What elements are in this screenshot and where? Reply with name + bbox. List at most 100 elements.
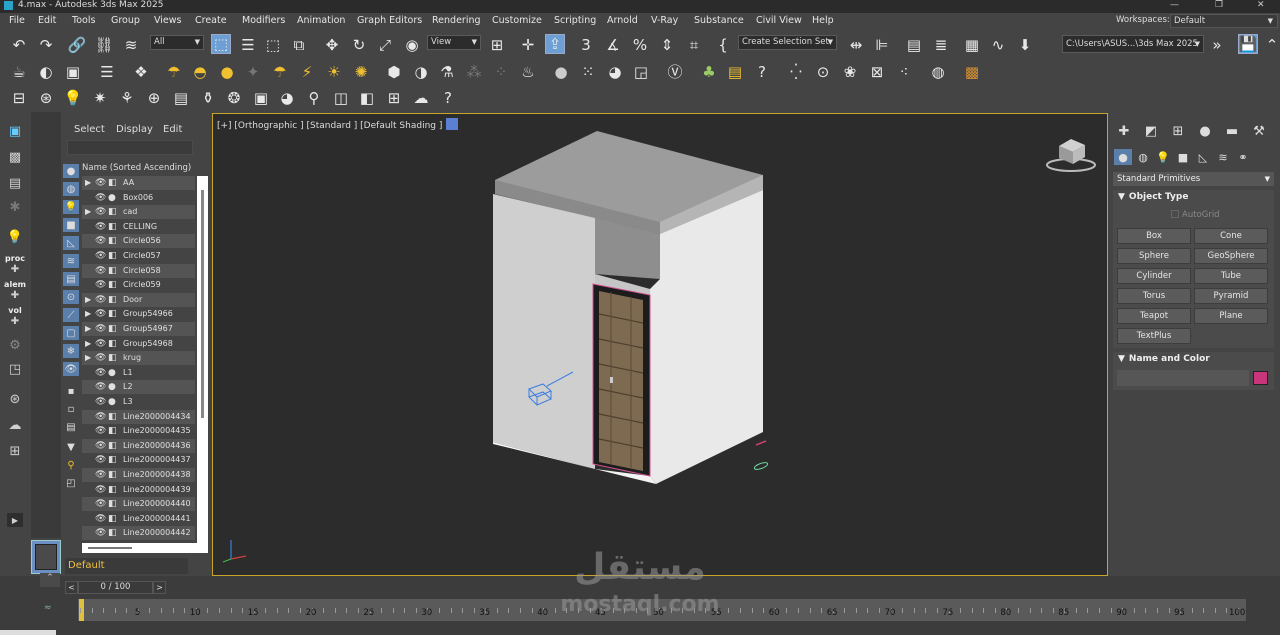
vray-toolbar-16-icon[interactable]: ☁ (411, 88, 431, 108)
menu-edit[interactable]: Edit (38, 15, 56, 26)
tool-12-icon[interactable]: ☁ (4, 416, 26, 434)
workspaces-dropdown[interactable]: Default ▼ (1170, 14, 1278, 28)
material-browser-icon[interactable]: ◲ (631, 62, 651, 82)
menu-civil-view[interactable]: Civil View (756, 15, 802, 26)
scene-list-hscrollbar[interactable] (82, 543, 197, 553)
plane-button[interactable]: Plane (1194, 308, 1268, 324)
display-hidden-icon[interactable]: 👁 (63, 362, 79, 376)
project-folder-dropdown[interactable]: C:\Users\ASUS...\3ds Max 2025 ▼ (1062, 35, 1204, 53)
substance-export-icon[interactable]: ⊠ (867, 62, 887, 82)
list-item[interactable]: ▶ 👁 ◧ cad (82, 205, 195, 220)
display-all-icon[interactable]: ▪ (63, 384, 79, 398)
layer-toggle-icon[interactable]: ◰ (63, 476, 79, 490)
display-helpers-icon[interactable]: ◺ (63, 236, 79, 250)
visibility-eye-icon[interactable]: 👁 (95, 220, 106, 234)
visibility-eye-icon[interactable]: 👁 (95, 380, 106, 394)
visibility-eye-icon[interactable]: 👁 (95, 410, 106, 424)
visibility-eye-icon[interactable]: 👁 (95, 278, 106, 292)
menu-file[interactable]: File (9, 15, 25, 26)
vol-icon[interactable]: ✚ (4, 312, 26, 330)
list-item[interactable]: ▶ 👁 ◧ Group54967 (82, 322, 195, 336)
proc-icon[interactable]: ✚ (4, 260, 26, 278)
material-editor-icon[interactable]: ⁙ (578, 62, 598, 82)
vray-toolbar-4-icon[interactable]: ✷ (90, 88, 110, 108)
menu-scripting[interactable]: Scripting (554, 15, 596, 26)
vray-toolbar-6-icon[interactable]: ⊕ (144, 88, 164, 108)
vray-fur-icon[interactable]: ⚗ (437, 62, 457, 82)
vray-vision-icon[interactable]: ♣ (699, 62, 719, 82)
systems-icon[interactable]: ⚭ (1234, 149, 1252, 165)
teapot-render-icon[interactable]: ☕ (9, 62, 29, 82)
menu-create[interactable]: Create (195, 15, 227, 26)
select-manipulate-icon[interactable]: ✛ (518, 35, 538, 55)
shapes-icon[interactable]: ◍ (1134, 149, 1152, 165)
list-item[interactable]: 👁 ● L1 (82, 366, 195, 380)
scene-list-scrollbar[interactable] (197, 176, 208, 553)
visibility-eye-icon[interactable]: 👁 (95, 337, 106, 351)
filter-icon[interactable]: ▼ (63, 440, 79, 454)
list-item[interactable]: 👁 ● L2 (82, 380, 195, 395)
visibility-eye-icon[interactable]: 👁 (95, 264, 106, 278)
material-palette-icon[interactable]: ◕ (605, 62, 625, 82)
vray-toolbar-7-icon[interactable]: ▤ (171, 88, 191, 108)
curve-editor-icon[interactable]: ∿ (988, 35, 1008, 55)
render-setup-icon[interactable]: ◐ (36, 62, 56, 82)
undo-icon[interactable]: ↶ (9, 35, 29, 55)
expand-arrow-icon[interactable]: ▶ (85, 205, 91, 219)
help-icon[interactable]: ? (438, 88, 458, 108)
list-item[interactable]: 👁 ◧ Circle056 (82, 234, 195, 249)
list-item[interactable]: 👁 ◧ Circle058 (82, 263, 195, 278)
vray-sky-icon[interactable]: ✺ (351, 62, 371, 82)
light-a-icon[interactable]: 💡 (4, 228, 26, 246)
save-project-icon[interactable]: 💾 (1238, 34, 1258, 54)
vray-settings-icon[interactable]: ❖ (131, 62, 151, 82)
pivot-center-icon[interactable]: ⊞ (487, 35, 507, 55)
space-warps-icon[interactable]: ≋ (1214, 149, 1232, 165)
place-icon[interactable]: ◉ (402, 35, 422, 55)
spinner-snap-icon[interactable]: ⇕ (657, 35, 677, 55)
menu-modifiers[interactable]: Modifiers (242, 15, 285, 26)
display-groups-icon[interactable]: ▤ (63, 272, 79, 286)
visibility-eye-icon[interactable]: 👁 (95, 293, 106, 307)
window-crossing-icon[interactable]: ⧉ (289, 35, 309, 55)
vray-toolbar-13-icon[interactable]: ◫ (331, 88, 351, 108)
cone-button[interactable]: Cone (1194, 228, 1268, 244)
hscrollbar-thumb[interactable] (88, 547, 132, 549)
tool-13-icon[interactable]: ⊞ (4, 442, 26, 460)
visibility-eye-icon[interactable]: 👁 (95, 322, 106, 336)
invert-display-icon[interactable]: ▤ (63, 420, 79, 434)
vray-fire-icon[interactable]: ♨ (518, 62, 538, 82)
next-frame-icon[interactable]: > (153, 581, 166, 594)
sphere-button[interactable]: Sphere (1117, 248, 1191, 264)
minimize-icon[interactable]: — (1170, 0, 1179, 11)
visibility-eye-icon[interactable]: 👁 (95, 497, 106, 511)
menu-group[interactable]: Group (111, 15, 140, 26)
bind-spacewarp-icon[interactable]: ≋ (121, 35, 141, 55)
display-xrefs-icon[interactable]: ⊙ (63, 290, 79, 304)
image-tool-icon[interactable]: ▩ (4, 148, 26, 166)
percent-snap-icon[interactable]: % (630, 35, 650, 55)
list-item[interactable]: 👁 ◧ Line2000004440 (82, 497, 195, 512)
list-item[interactable]: 👁 ◧ Line2000004435 (82, 424, 195, 438)
scale-icon[interactable]: ⤢ (375, 35, 395, 55)
mirror-icon[interactable]: ⇹ (846, 35, 866, 55)
vray-toolbar-5-icon[interactable]: ⚘ (117, 88, 137, 108)
rendered-frame-window-icon[interactable]: ▣ (63, 62, 83, 82)
visibility-eye-icon[interactable]: 👁 (95, 307, 106, 321)
vray-toolbar-8-icon[interactable]: ⚱ (198, 88, 218, 108)
vray-toolbar-15-icon[interactable]: ⊞ (384, 88, 404, 108)
display-cameras-icon[interactable]: ■ (63, 218, 79, 232)
list-item[interactable]: 👁 ◧ Line2000004441 (82, 512, 195, 526)
scrollbar-thumb[interactable] (201, 190, 204, 418)
primitive-category-dropdown[interactable]: Standard Primitives ▼ (1113, 172, 1274, 186)
vray-light-lister-icon[interactable]: 💡 (63, 88, 83, 108)
visibility-eye-icon[interactable]: 👁 (95, 351, 106, 365)
time-slider[interactable]: 0 / 100 (78, 581, 153, 594)
hierarchy-tab-icon[interactable]: ⊞ (1168, 123, 1188, 139)
display-containers-icon[interactable]: ▢ (63, 326, 79, 340)
selection-filter-dropdown[interactable]: All ▼ (150, 35, 204, 50)
toggle-ribbon-icon[interactable]: ▦ (962, 35, 982, 55)
lights-icon[interactable]: 💡 (1154, 149, 1172, 165)
angle-snap-icon[interactable]: ∡ (603, 35, 623, 55)
list-item[interactable]: 👁 ◧ Circle057 (82, 249, 195, 263)
